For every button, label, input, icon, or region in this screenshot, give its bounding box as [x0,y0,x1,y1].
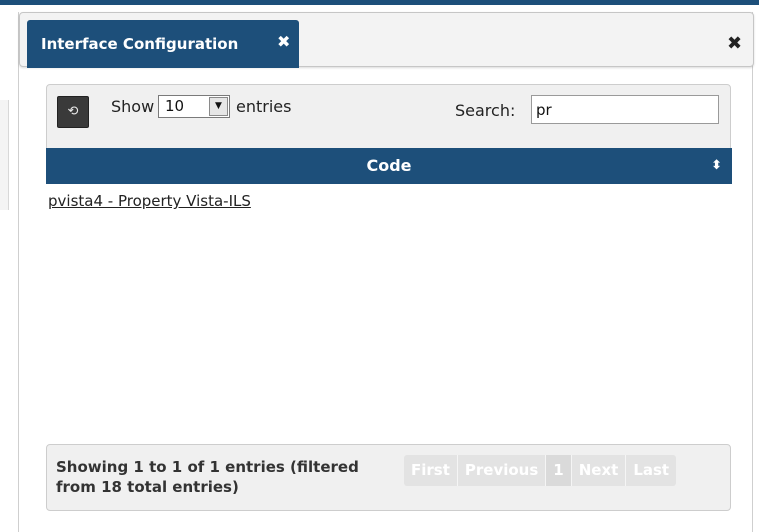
pagination: First Previous 1 Next Last [404,455,677,486]
pager-next-button[interactable]: Next [571,455,627,486]
tab-interface-configuration[interactable]: Interface Configuration ✖ [27,20,299,68]
pager-last-button[interactable]: Last [626,455,677,486]
refresh-icon: ⟲ [67,104,79,119]
dialog-close-icon[interactable]: ✖ [727,33,742,54]
pager-first-button[interactable]: First [404,455,458,486]
show-label: Show [111,97,155,116]
tab-close-icon[interactable]: ✖ [277,33,290,51]
refresh-button[interactable]: ⟲ [57,96,89,128]
sort-icon[interactable]: ⬍ [711,148,722,184]
table-info: Showing 1 to 1 of 1 entries (filtered fr… [56,457,386,497]
top-strip [0,0,759,5]
column-header-label: Code [366,156,412,175]
search-label: Search: [455,101,516,120]
table-footer: Showing 1 to 1 of 1 entries (filtered fr… [46,444,731,511]
page-size-value: 10 [165,97,185,115]
table-info-line-1: Showing 1 to 1 of 1 entries (filtered [56,458,359,476]
entries-label: entries [236,97,292,116]
table-info-line-2: from 18 total entries) [56,478,239,496]
background-panel-edge [0,100,9,210]
dialog-header: Interface Configuration ✖ ✖ [19,12,754,68]
tab-title: Interface Configuration [41,35,239,53]
search-input[interactable] [531,95,719,124]
interface-configuration-dialog: Interface Configuration ✖ ✖ ⟲ Show 10 ▼ … [18,12,754,532]
pager-previous-button[interactable]: Previous [457,455,547,486]
table-toolbar: ⟲ Show 10 ▼ entries Search: [46,84,731,157]
column-header-code[interactable]: Code ⬍ [46,148,732,184]
page-size-select[interactable]: 10 ▼ [158,95,230,118]
chevron-down-icon[interactable]: ▼ [209,97,228,116]
pager-page-1-button[interactable]: 1 [546,455,572,486]
table-row-link[interactable]: pvista4 - Property Vista-ILS [48,192,251,210]
